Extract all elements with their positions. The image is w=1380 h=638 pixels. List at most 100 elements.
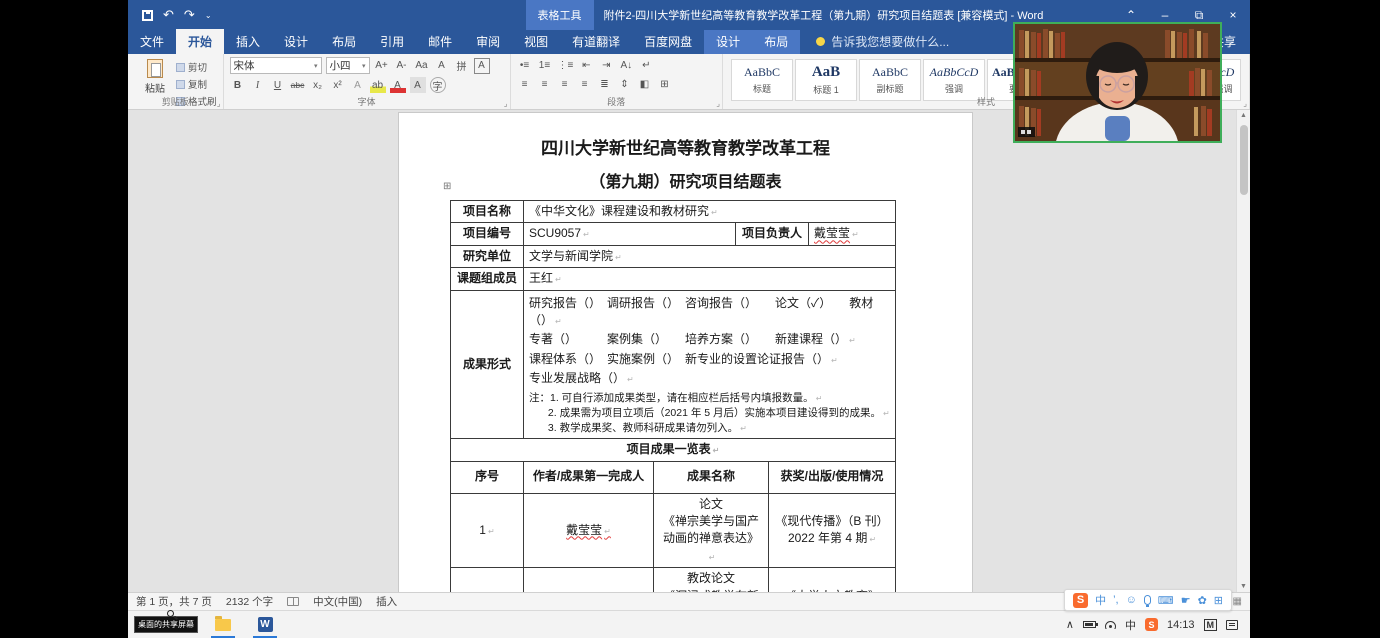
tab-home[interactable]: 开始: [176, 29, 225, 54]
sogou-tray-icon[interactable]: S: [1144, 618, 1158, 631]
phonetic-guide-icon[interactable]: 拼: [454, 58, 470, 74]
members-value: 王红: [523, 267, 896, 291]
align-right-icon[interactable]: ≡: [557, 76, 573, 92]
align-left-icon[interactable]: ≡: [517, 76, 533, 92]
screen-share-badge[interactable]: 桌面的共享屏幕: [134, 610, 198, 633]
decrease-indent-icon[interactable]: ⇤: [578, 57, 594, 73]
font-size-combo[interactable]: 小四 ▾: [325, 57, 370, 74]
superscript-icon[interactable]: x²: [330, 77, 346, 93]
chinese-mode-icon[interactable]: 中: [1095, 592, 1106, 608]
numbered-list-icon[interactable]: 1≡: [537, 57, 553, 73]
web-layout-view-icon[interactable]: ▦: [1233, 596, 1242, 607]
tray-chevron-icon[interactable]: ∧: [1066, 618, 1074, 631]
multilevel-list-icon[interactable]: ⋮≡: [557, 57, 575, 73]
tab-references[interactable]: 引用: [368, 29, 416, 54]
enclose-characters-icon[interactable]: 字: [429, 77, 446, 93]
styles-dialog-launcher[interactable]: ⌟: [1243, 99, 1247, 108]
borders-icon[interactable]: ⊞: [657, 76, 673, 92]
ime-tray-icon[interactable]: 中: [1125, 617, 1136, 633]
tab-view[interactable]: 视图: [512, 29, 560, 54]
bullet-list-icon[interactable]: •≡: [517, 57, 533, 73]
page-indicator[interactable]: 第 1 页，共 7 页: [136, 594, 212, 609]
ime-mode-icon[interactable]: M: [1203, 618, 1217, 631]
grow-font-icon[interactable]: A+: [374, 58, 390, 74]
tab-table-layout[interactable]: 布局: [752, 29, 800, 54]
line-spacing-icon[interactable]: ⇕: [617, 76, 633, 92]
sogou-logo-icon[interactable]: S: [1073, 592, 1089, 608]
cut-button[interactable]: 剪切: [176, 60, 217, 74]
scroll-down-icon[interactable]: ▼: [1240, 581, 1247, 592]
tab-design[interactable]: 设计: [272, 29, 320, 54]
justify-icon[interactable]: ≡: [577, 76, 593, 92]
unit-label: 研究单位: [450, 244, 524, 269]
skin-icon[interactable]: ✿: [1198, 594, 1207, 607]
clock[interactable]: 14:13: [1167, 619, 1195, 631]
tab-review[interactable]: 审阅: [464, 29, 512, 54]
tab-insert[interactable]: 插入: [224, 29, 272, 54]
font-color-icon[interactable]: A: [389, 77, 406, 93]
shading-icon[interactable]: ◧: [637, 76, 653, 92]
character-border-icon[interactable]: A: [473, 57, 490, 74]
copy-button[interactable]: 复制: [176, 77, 217, 91]
handwriting-icon[interactable]: ☛: [1181, 594, 1191, 607]
soft-keyboard-icon[interactable]: ⌨: [1158, 594, 1174, 607]
toolbox-icon[interactable]: ⊞: [1214, 594, 1223, 607]
tab-youdao-translate[interactable]: 有道翻译: [560, 29, 632, 54]
show-formatting-marks-icon[interactable]: ↵: [638, 57, 654, 73]
vertical-scrollbar[interactable]: ▲ ▼: [1236, 110, 1250, 592]
tab-file[interactable]: 文件: [128, 29, 176, 54]
italic-icon[interactable]: I: [250, 77, 266, 93]
undo-icon[interactable]: ↶: [163, 7, 174, 23]
folder-icon: [215, 615, 231, 631]
text-effects-icon[interactable]: A: [350, 77, 366, 93]
clipboard-dialog-launcher[interactable]: ⌟: [217, 99, 221, 108]
highlight-color-icon[interactable]: ab: [369, 77, 386, 93]
wifi-icon[interactable]: [1104, 620, 1116, 629]
members-label: 课题组成员: [450, 267, 524, 291]
emoji-icon[interactable]: ☺: [1126, 594, 1137, 606]
scrollbar-thumb[interactable]: [1239, 125, 1248, 195]
col-header: 序号: [450, 460, 524, 494]
language-indicator[interactable]: 中文(中国): [313, 594, 362, 609]
font-name-combo[interactable]: 宋体 ▾: [229, 57, 322, 74]
increase-indent-icon[interactable]: ⇥: [598, 57, 614, 73]
sort-icon[interactable]: A↓: [618, 57, 634, 73]
word-count[interactable]: 2132 个字: [226, 594, 273, 609]
qat-customize-icon[interactable]: ⌄: [205, 11, 212, 20]
action-center-icon[interactable]: [1226, 619, 1238, 630]
document-page[interactable]: 四川大学新世纪高等教育教学改革工程 （第九期）研究项目结题表 ⊞ 项目名称 《中…: [398, 112, 973, 592]
font-dialog-launcher[interactable]: ⌟: [504, 99, 508, 108]
shrink-font-icon[interactable]: A-: [394, 58, 410, 74]
subscript-icon[interactable]: x₂: [310, 77, 326, 93]
tab-table-design[interactable]: 设计: [704, 29, 752, 54]
system-tray: ∧ 中 S 14:13 M: [1066, 617, 1246, 633]
taskbar-word[interactable]: W: [248, 611, 282, 638]
bold-icon[interactable]: B: [230, 77, 246, 93]
character-shading-icon[interactable]: A: [409, 77, 426, 93]
paste-button[interactable]: 粘贴: [134, 57, 176, 95]
webcam-video[interactable]: [1013, 22, 1222, 143]
punctuation-icon[interactable]: ’,: [1113, 594, 1119, 606]
scroll-up-icon[interactable]: ▲: [1240, 110, 1247, 121]
tell-me-box[interactable]: 告诉我您想要做什么...: [800, 33, 959, 54]
strikethrough-icon[interactable]: abc: [290, 77, 306, 93]
paragraph-dialog-launcher[interactable]: ⌟: [716, 99, 720, 108]
distribute-icon[interactable]: ≣: [597, 76, 613, 92]
save-icon[interactable]: [142, 9, 153, 21]
microphone-icon[interactable]: [1143, 595, 1151, 607]
tab-mailings[interactable]: 邮件: [416, 29, 464, 54]
insert-mode[interactable]: 插入: [376, 594, 397, 609]
underline-icon[interactable]: U: [270, 77, 286, 93]
redo-icon[interactable]: ↷: [184, 7, 195, 23]
battery-icon[interactable]: [1082, 621, 1098, 628]
chevron-down-icon: ▾: [314, 62, 318, 70]
tab-baidu-netdisk[interactable]: 百度网盘: [632, 29, 704, 54]
clear-formatting-icon[interactable]: A: [434, 58, 450, 74]
tab-layout[interactable]: 布局: [320, 29, 368, 54]
align-center-icon[interactable]: ≡: [537, 76, 553, 92]
taskbar-file-explorer[interactable]: [206, 611, 240, 638]
proofing-icon[interactable]: [287, 597, 300, 606]
change-case-icon[interactable]: Aa: [414, 58, 430, 74]
font-group: 宋体 ▾ 小四 ▾ A+ A- Aa A 拼 A B I U abc x₂ x² A: [224, 54, 511, 109]
table-move-handle[interactable]: ⊞: [443, 181, 451, 192]
